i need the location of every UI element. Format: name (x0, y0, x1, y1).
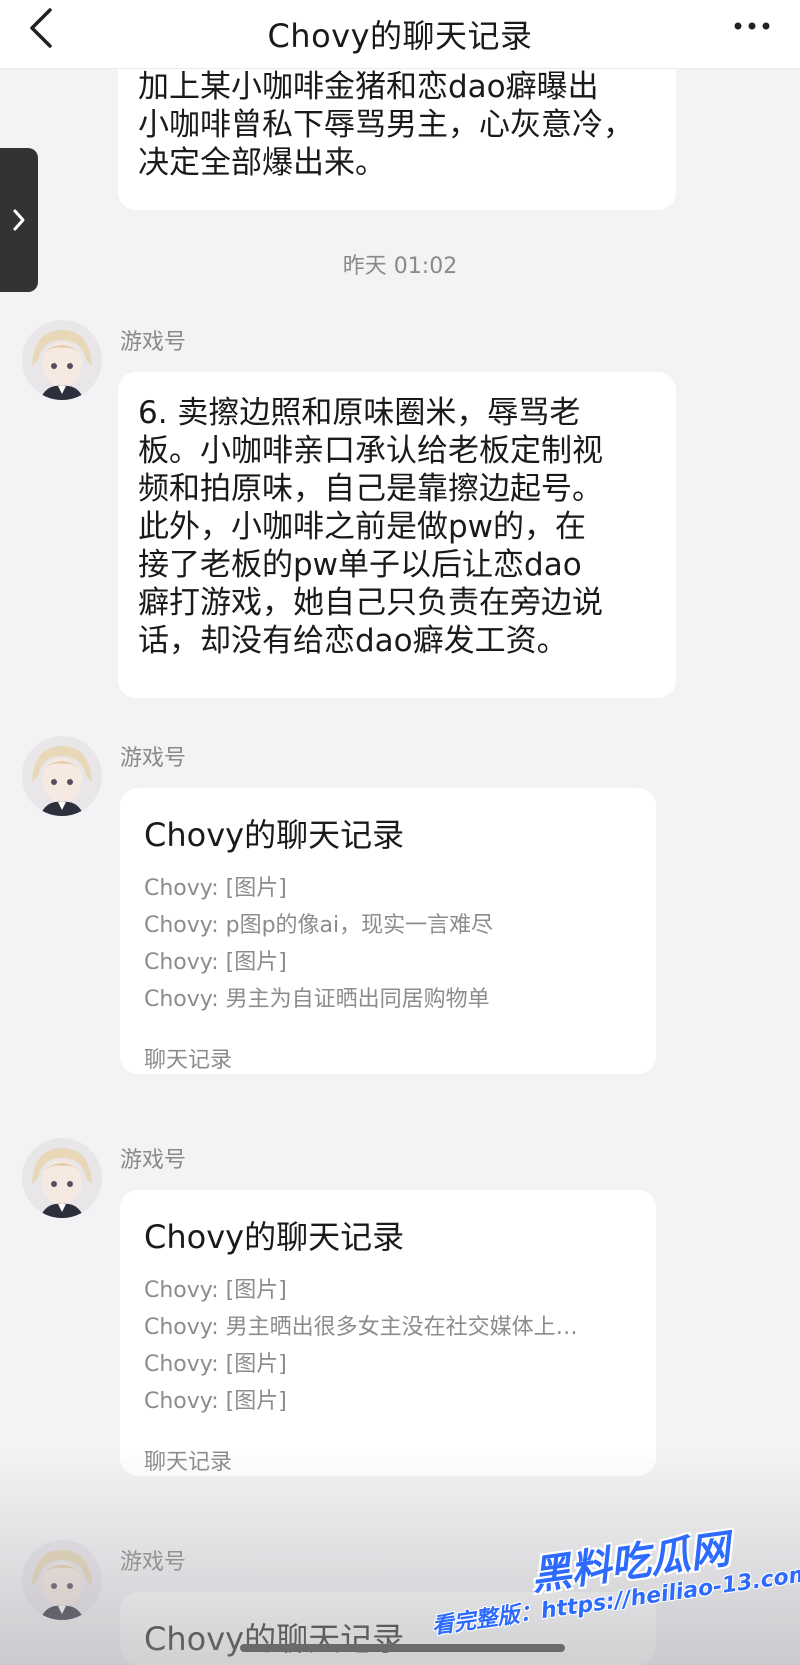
back-arrow-icon[interactable] (24, 6, 64, 50)
card-title: Chovy的聊天记录 (144, 816, 405, 854)
card-line: Chovy: [图片] (144, 1352, 287, 1377)
message-line: 板。小咖啡亲口承认给老板定制视 (138, 433, 603, 469)
chat-header: Chovy的聊天记录 (0, 0, 800, 69)
card-line: Chovy: p图p的像ai，现实一言难尽 (144, 913, 494, 938)
message-line: 此外，小咖啡之前是做pw的，在 (138, 509, 587, 545)
chevron-right-icon (13, 209, 25, 231)
page-title: Chovy的聊天记录 (267, 17, 533, 55)
message-line: 决定全部爆出来。 (138, 145, 386, 181)
message-line: 6. 卖擦边照和原味圈米，辱骂老 (138, 395, 581, 431)
side-expand-tab[interactable] (0, 148, 38, 292)
card-line: Chovy: [图片] (144, 1278, 287, 1303)
message-line: 接了老板的pw单子以后让恋dao (138, 547, 582, 583)
avatar[interactable] (22, 1138, 102, 1218)
sender-name: 游戏号 (120, 1550, 187, 1575)
card-line: Chovy: 男主晒出很多女主没在社交媒体上… (144, 1315, 578, 1340)
card-line: Chovy: [图片] (144, 876, 287, 901)
message-line: 加上某小咖啡金猪和恋dao癖曝出 (138, 69, 599, 105)
message-line: 小咖啡曾私下辱骂男主，心灰意冷， (138, 107, 634, 143)
card-title: Chovy的聊天记录 (144, 1218, 405, 1256)
more-options-icon[interactable] (730, 6, 774, 46)
chat-record-card[interactable]: Chovy的聊天记录 Chovy: [图片] Chovy: 男主晒出很多女主没在… (120, 1190, 656, 1476)
sender-name: 游戏号 (120, 746, 187, 771)
card-line: Chovy: 男主为自证晒出同居购物单 (144, 987, 490, 1012)
message-line: 癖打游戏，她自己只负责在旁边说 (138, 585, 603, 621)
avatar[interactable] (22, 1540, 102, 1620)
sender-name: 游戏号 (120, 1148, 187, 1173)
message-line: 频和拍原味，自己是靠擦边起号。 (138, 471, 603, 507)
card-footer: 聊天记录 (144, 1048, 233, 1073)
sender-name: 游戏号 (120, 330, 187, 355)
card-line: Chovy: [图片] (144, 1389, 287, 1414)
home-indicator[interactable] (240, 1644, 565, 1652)
card-line: Chovy: [图片] (144, 950, 287, 975)
message-line: 话，却没有给恋dao癖发工资。 (138, 623, 568, 659)
chat-record-card[interactable]: Chovy的聊天记录 Chovy: [图片] Chovy: p图p的像ai，现实… (120, 788, 656, 1074)
avatar[interactable] (22, 736, 102, 816)
watermark: 黑料吃瓜网 看完整版：https://heiliao-13.com (430, 1526, 800, 1650)
avatar[interactable] (22, 320, 102, 400)
timestamp: 昨天 01:02 (342, 254, 458, 279)
message-bubble: 6. 卖擦边照和原味圈米，辱骂老 板。小咖啡亲口承认给老板定制视 频和拍原味，自… (118, 372, 676, 698)
card-footer: 聊天记录 (144, 1450, 233, 1475)
